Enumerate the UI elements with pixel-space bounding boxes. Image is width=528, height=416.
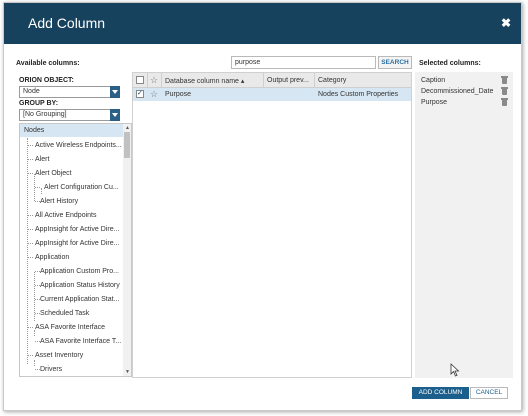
scroll-thumb[interactable] [124,132,130,158]
selected-column-item[interactable]: Caption [421,77,445,84]
chevron-down-icon[interactable] [110,109,120,121]
tree-item[interactable]: ASA Favorite Interface [35,324,105,331]
group-by-select[interactable]: [No Grouping] [19,109,120,121]
scroll-up-icon[interactable]: ▲ [125,125,130,131]
tree-item[interactable]: Active Wireless Endpoints... [35,142,122,149]
tree-item[interactable]: Alert [35,156,49,163]
trash-icon[interactable] [501,76,508,84]
selected-column-item[interactable]: Purpose [421,99,447,106]
row-category-cell: Nodes Custom Properties [318,91,399,98]
tree-scrollbar[interactable]: ▲ ▼ [123,124,131,376]
mouse-cursor-icon [450,363,460,377]
tree-guide-line [27,138,28,364]
columns-grid: ☆ Database column name ▴ Output prev... … [132,72,412,378]
tree-item[interactable]: Alert Configuration Cu... [44,184,119,191]
orion-object-value: Node [23,88,40,95]
row-checkbox[interactable] [136,89,144,98]
tree-item[interactable]: Alert History [40,198,78,205]
cancel-button[interactable]: CANCEL [470,387,508,399]
column-header-category[interactable]: Category [318,77,346,84]
selected-columns-label: Selected columns: [419,60,481,67]
tree-item[interactable]: Application [35,254,69,261]
orion-object-select[interactable]: Node [19,86,120,98]
column-header-preview[interactable]: Output prev... [267,77,309,84]
tree-item[interactable]: All Active Endpoints [35,212,96,219]
add-column-button[interactable]: ADD COLUMN [412,387,469,399]
tree-item[interactable]: Application Status History [40,282,120,289]
tree-item[interactable]: AppInsight for Active Dire... [35,240,119,247]
group-by-label: GROUP BY: [19,100,59,107]
tree-item[interactable]: ASA Favorite Interface T... [40,338,121,345]
column-header-name[interactable]: Database column name ▴ [165,77,244,85]
search-input[interactable] [231,56,376,69]
tree-guide-line [41,188,42,194]
group-by-value: [No Grouping] [23,111,67,118]
tree-item[interactable]: Application Custom Pro... [40,268,119,275]
grid-header: ☆ Database column name ▴ Output prev... … [133,73,411,88]
chevron-down-icon[interactable] [110,86,120,98]
object-tree[interactable]: Nodes Active Wireless Endpoints... Alert… [19,123,132,377]
selected-column-item[interactable]: Decommissioned_Date [421,88,493,95]
available-columns-label: Available columns: [16,60,80,67]
row-name-cell: Purpose [165,91,192,98]
tree-item[interactable]: Drivers [40,366,62,373]
tree-root-item[interactable]: Nodes [20,124,124,137]
select-all-checkbox[interactable] [136,76,144,84]
trash-icon[interactable] [501,87,508,95]
scroll-down-icon[interactable]: ▼ [125,369,130,375]
trash-icon[interactable] [501,98,508,106]
tree-item[interactable]: Scheduled Task [40,310,89,317]
tree-item[interactable]: AppInsight for Active Dire... [35,226,119,233]
tree-item[interactable]: Alert Object [35,170,72,177]
add-column-dialog: Add Column ✖ Available columns: Selected… [3,2,522,411]
tree-guide-line [34,360,35,366]
dialog-titlebar: Add Column ✖ [4,3,521,44]
dialog-title: Add Column [28,15,106,31]
star-icon[interactable]: ☆ [150,89,158,100]
table-row[interactable]: ☆ Purpose Nodes Custom Properties [133,88,411,101]
star-icon[interactable]: ☆ [150,75,158,86]
tree-item[interactable]: Current Application Stat... [40,296,119,303]
orion-object-label: ORION OBJECT: [19,77,74,84]
tree-item[interactable]: Asset Inventory [35,352,83,359]
close-icon[interactable]: ✖ [501,16,511,30]
selected-columns-panel: Caption Decommissioned_Date Purpose [415,72,513,378]
search-button[interactable]: SEARCH [378,56,412,69]
